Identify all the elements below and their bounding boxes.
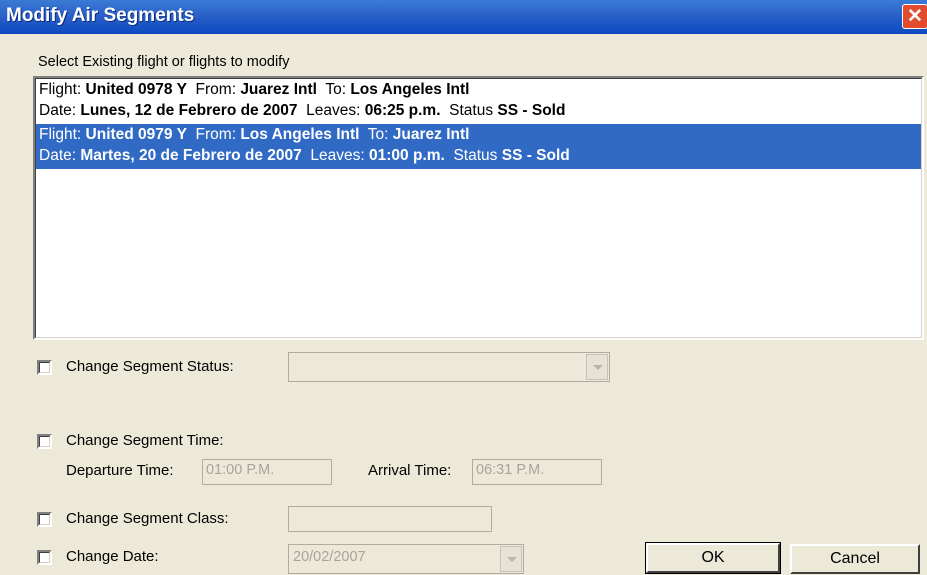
- window-title: Modify Air Segments: [6, 5, 195, 26]
- from-label: From:: [195, 126, 236, 143]
- flight-line: Flight: United 0979 Y From: Los Angeles …: [39, 126, 469, 144]
- flight-number: United 0978 Y: [85, 81, 187, 98]
- to-airport: Juarez Intl: [392, 126, 470, 143]
- segment-status-dropdown[interactable]: [288, 352, 610, 382]
- change-date-checkbox[interactable]: [37, 550, 52, 565]
- date-dropdown[interactable]: 20/02/2007: [288, 544, 524, 574]
- change-class-checkbox[interactable]: [37, 512, 52, 527]
- leaves-label: Leaves:: [310, 147, 365, 164]
- arrival-time-label: Arrival Time:: [368, 462, 452, 479]
- to-airport: Los Angeles Intl: [350, 81, 470, 98]
- date-line: Date: Martes, 20 de Febrero de 2007 Leav…: [39, 147, 570, 165]
- flight-list-item[interactable]: Flight: United 0978 Y From: Juarez Intl …: [36, 79, 921, 124]
- flight-label: Flight:: [39, 81, 82, 98]
- flight-date: Lunes, 12 de Febrero de 2007: [80, 102, 298, 119]
- flight-list[interactable]: Flight: United 0978 Y From: Juarez Intl …: [33, 76, 924, 340]
- flight-date: Martes, 20 de Febrero de 2007: [80, 147, 302, 164]
- title-bar[interactable]: Modify Air Segments ✕: [0, 0, 927, 34]
- chevron-down-icon[interactable]: [586, 354, 608, 380]
- to-label: To:: [367, 126, 389, 143]
- leaves-time: 01:00 p.m.: [369, 147, 445, 164]
- status-label: Status: [453, 147, 498, 164]
- ok-button[interactable]: OK: [645, 542, 781, 574]
- departure-time-field[interactable]: 01:00 P.M.: [202, 459, 332, 485]
- date-line: Date: Lunes, 12 de Febrero de 2007 Leave…: [39, 102, 565, 120]
- from-airport: Juarez Intl: [240, 81, 317, 98]
- date-value: 20/02/2007: [293, 549, 366, 565]
- change-status-checkbox[interactable]: [37, 360, 52, 375]
- change-status-label: Change Segment Status:: [66, 358, 234, 375]
- status-label: Status: [449, 102, 494, 119]
- arrival-time-field[interactable]: 06:31 P.M.: [472, 459, 602, 485]
- from-label: From:: [195, 81, 236, 98]
- chevron-down-icon[interactable]: [500, 546, 522, 572]
- to-label: To:: [325, 81, 347, 98]
- date-label: Date:: [39, 147, 77, 164]
- cancel-button[interactable]: Cancel: [790, 544, 920, 574]
- change-time-label: Change Segment Time:: [66, 432, 224, 449]
- flight-label: Flight:: [39, 126, 82, 143]
- flight-list-label: Select Existing flight or flights to mod…: [38, 54, 290, 70]
- change-date-label: Change Date:: [66, 548, 159, 565]
- flight-status: SS - Sold: [497, 102, 566, 119]
- close-icon[interactable]: ✕: [902, 4, 927, 29]
- from-airport: Los Angeles Intl: [240, 126, 360, 143]
- date-label: Date:: [39, 102, 77, 119]
- departure-time-label: Departure Time:: [66, 462, 174, 479]
- segment-class-field[interactable]: [288, 506, 492, 532]
- change-class-label: Change Segment Class:: [66, 510, 229, 527]
- flight-number: United 0979 Y: [85, 126, 187, 143]
- leaves-label: Leaves:: [306, 102, 361, 119]
- leaves-time: 06:25 p.m.: [364, 102, 441, 119]
- flight-list-item-selected[interactable]: Flight: United 0979 Y From: Los Angeles …: [36, 124, 921, 169]
- modify-air-segments-dialog: Modify Air Segments ✕ Select Existing fl…: [0, 0, 927, 575]
- change-time-checkbox[interactable]: [37, 434, 52, 449]
- flight-line: Flight: United 0978 Y From: Juarez Intl …: [39, 81, 469, 99]
- flight-status: SS - Sold: [501, 147, 570, 164]
